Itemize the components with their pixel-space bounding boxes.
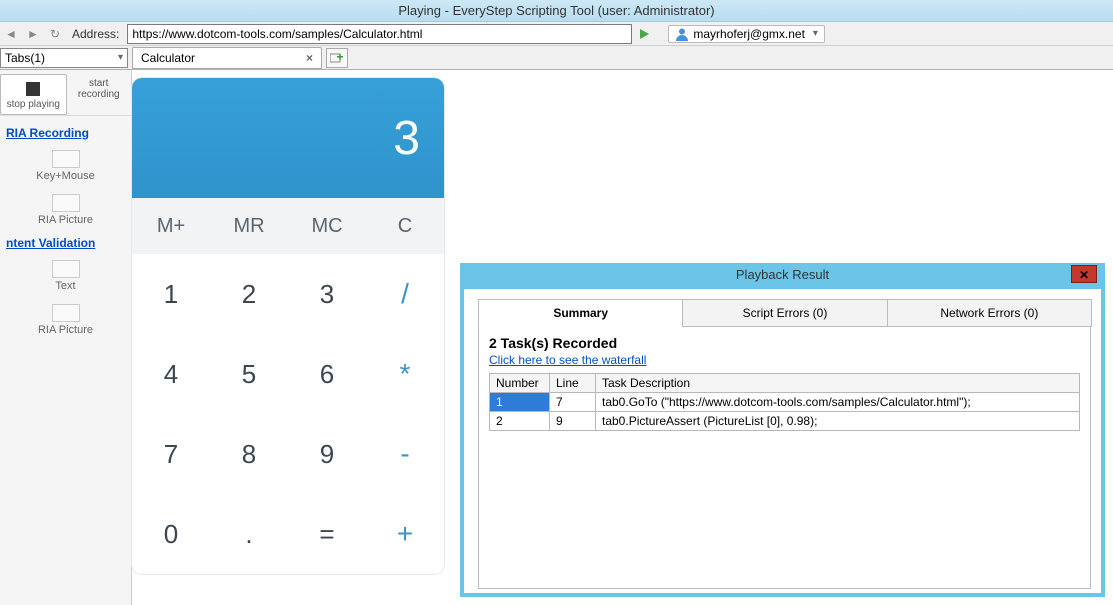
tabs-toolbar: Tabs(1) ▾ Calculator × — [0, 46, 1113, 70]
start-label: start recording — [78, 78, 120, 100]
col-number[interactable]: Number — [490, 374, 550, 393]
cell-line: 9 — [550, 412, 596, 431]
sidebar-item-label: Text — [55, 280, 75, 292]
picture-icon — [52, 194, 80, 212]
stop-label: stop playing — [7, 99, 60, 110]
calc-key-3[interactable]: 3 — [288, 254, 366, 334]
calc-key-5[interactable]: 5 — [210, 334, 288, 414]
chevron-down-icon: ▾ — [118, 52, 123, 63]
calc-mc[interactable]: MC — [288, 198, 366, 254]
tab-summary[interactable]: Summary — [478, 299, 683, 327]
user-label: mayrhoferj@gmx.net — [693, 27, 805, 41]
sidebar-ria-picture-2[interactable]: RIA Picture — [0, 298, 131, 342]
calc-clear[interactable]: C — [366, 198, 444, 254]
sidebar-item-label: RIA Picture — [38, 324, 93, 336]
new-tab-button[interactable] — [326, 48, 348, 68]
tab-label: Calculator — [141, 51, 195, 65]
keyboard-icon — [52, 150, 80, 168]
playback-tabs: Summary Script Errors (0) Network Errors… — [478, 299, 1091, 327]
tabs-combo[interactable]: Tabs(1) ▾ — [0, 48, 128, 68]
calc-key-plus[interactable]: + — [366, 494, 444, 574]
go-icon[interactable] — [636, 26, 652, 42]
chevron-down-icon: ▾ — [813, 28, 818, 39]
calc-key-equals[interactable]: = — [288, 494, 366, 574]
user-dropdown[interactable]: mayrhoferj@gmx.net ▾ — [668, 25, 825, 43]
calc-key-multiply[interactable]: * — [366, 334, 444, 414]
address-toolbar: ◄ ► ↻ Address: mayrhoferj@gmx.net ▾ — [0, 22, 1113, 46]
address-input[interactable] — [127, 24, 632, 44]
table-row[interactable]: 1 7 tab0.GoTo ("https://www.dotcom-tools… — [490, 393, 1080, 412]
close-icon[interactable]: × — [306, 51, 313, 65]
waterfall-link[interactable]: Click here to see the waterfall — [489, 353, 646, 367]
calc-key-0[interactable]: 0 — [132, 494, 210, 574]
playback-body: 2 Task(s) Recorded Click here to see the… — [478, 327, 1091, 589]
calc-key-6[interactable]: 6 — [288, 334, 366, 414]
calculator: 3 M+ MR MC C 1 2 3 / 4 5 6 * 7 8 9 - 0 — [132, 78, 444, 574]
close-button[interactable]: ✕ — [1071, 265, 1097, 283]
sidebar-keymouse[interactable]: Key+Mouse — [0, 144, 131, 188]
calc-mplus[interactable]: M+ — [132, 198, 210, 254]
calc-key-9[interactable]: 9 — [288, 414, 366, 494]
tasks-table: Number Line Task Description 1 7 tab0.Go… — [489, 373, 1080, 431]
forward-icon[interactable]: ► — [24, 25, 42, 43]
section-content-validation[interactable]: ntent Validation — [0, 232, 131, 254]
stop-icon — [26, 82, 40, 96]
refresh-icon[interactable]: ↻ — [46, 25, 64, 43]
sidebar-text[interactable]: Text — [0, 254, 131, 298]
calc-key-2[interactable]: 2 — [210, 254, 288, 334]
calc-key-divide[interactable]: / — [366, 254, 444, 334]
cell-line: 7 — [550, 393, 596, 412]
cell-desc: tab0.PictureAssert (PictureList [0], 0.9… — [596, 412, 1080, 431]
sidebar-item-label: Key+Mouse — [36, 170, 94, 182]
tasks-recorded-heading: 2 Task(s) Recorded — [489, 335, 1080, 351]
calc-key-7[interactable]: 7 — [132, 414, 210, 494]
col-line[interactable]: Line — [550, 374, 596, 393]
browser-viewport: 3 M+ MR MC C 1 2 3 / 4 5 6 * 7 8 9 - 0 — [132, 70, 454, 605]
sidebar-ria-picture[interactable]: RIA Picture — [0, 188, 131, 232]
tab-calculator[interactable]: Calculator × — [132, 47, 322, 69]
calculator-keypad: 1 2 3 / 4 5 6 * 7 8 9 - 0 . = + — [132, 254, 444, 574]
text-icon — [52, 260, 80, 278]
picture-icon — [52, 304, 80, 322]
playback-title: Playback Result — [464, 265, 1101, 285]
address-label: Address: — [72, 27, 119, 41]
stop-playing-button[interactable]: stop playing — [0, 74, 67, 115]
window-title: Playing - EveryStep Scripting Tool (user… — [0, 0, 1113, 22]
calc-key-dot[interactable]: . — [210, 494, 288, 574]
calc-key-8[interactable]: 8 — [210, 414, 288, 494]
calc-mr[interactable]: MR — [210, 198, 288, 254]
user-icon — [675, 27, 689, 41]
tabs-combo-label: Tabs(1) — [5, 51, 45, 65]
playback-result-panel: Playback Result ✕ Summary Script Errors … — [460, 263, 1105, 597]
left-sidebar: stop playing start recording RIA Recordi… — [0, 70, 132, 605]
col-description[interactable]: Task Description — [596, 374, 1080, 393]
table-row[interactable]: 2 9 tab0.PictureAssert (PictureList [0],… — [490, 412, 1080, 431]
calculator-memory-row: M+ MR MC C — [132, 198, 444, 254]
calculator-display: 3 — [132, 78, 444, 198]
back-icon[interactable]: ◄ — [2, 25, 20, 43]
section-ria-recording[interactable]: RIA Recording — [0, 122, 131, 144]
calc-key-4[interactable]: 4 — [132, 334, 210, 414]
cell-desc: tab0.GoTo ("https://www.dotcom-tools.com… — [596, 393, 1080, 412]
sidebar-item-label: RIA Picture — [38, 214, 93, 226]
cell-number: 2 — [490, 412, 550, 431]
tab-network-errors[interactable]: Network Errors (0) — [887, 299, 1092, 327]
cell-number: 1 — [490, 393, 550, 412]
tab-script-errors[interactable]: Script Errors (0) — [682, 299, 887, 327]
calc-key-minus[interactable]: - — [366, 414, 444, 494]
calc-key-1[interactable]: 1 — [132, 254, 210, 334]
start-recording-button[interactable]: start recording — [67, 74, 132, 115]
